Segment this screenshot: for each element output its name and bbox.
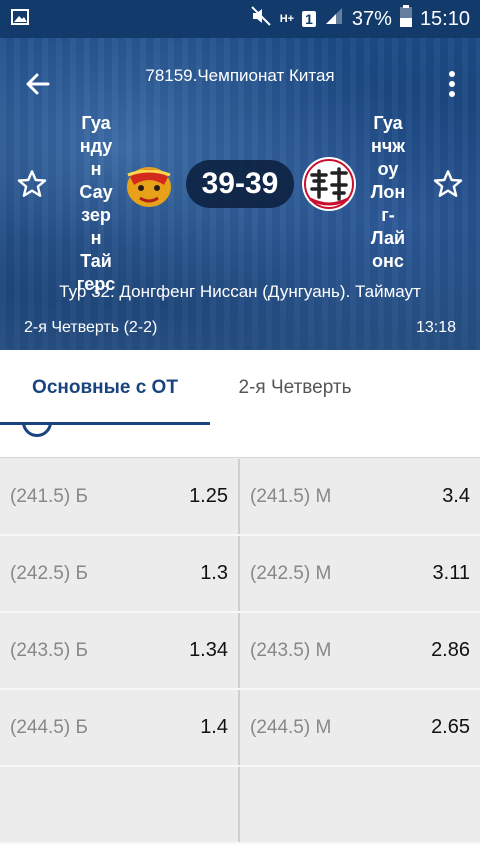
under-odd: 3.11 (432, 562, 470, 584)
market-group-header[interactable] (0, 425, 480, 458)
odds-row: (242.5) Б 1.3 (242.5) М 3.11 (0, 536, 480, 613)
odds-row: (244.5) Б 1.4 (244.5) М 2.65 (0, 690, 480, 767)
over-label: (244.5) Б (10, 716, 88, 738)
match-clock: 13:18 (415, 319, 456, 336)
more-vert-icon (449, 71, 455, 97)
favorite-home-button[interactable] (14, 166, 50, 202)
star-icon (17, 170, 47, 197)
more-menu-button[interactable] (442, 62, 462, 106)
mute-icon (250, 5, 272, 33)
battery-percent: 37% (351, 7, 392, 30)
gallery-notification-icon (10, 7, 30, 32)
over-odd: 1.4 (200, 716, 228, 738)
over-odd-cell[interactable]: (244.5) Б 1.4 (0, 690, 240, 765)
tab-second-quarter[interactable]: 2-я Четверть (210, 350, 380, 425)
under-odd: 2.65 (431, 716, 470, 738)
under-odd: 2.86 (431, 639, 470, 661)
market-tabs: Основные с ОТ 2-я Четверть (0, 350, 480, 425)
home-team-name: Гуа нду н Сау зер н Тай герс (76, 113, 116, 294)
away-team-name: Гуа нчж оу Лон г- Лай онс (370, 113, 406, 271)
signal-icon (324, 6, 344, 32)
odds-row: (241.5) Б 1.25 (241.5) М 3.4 (0, 459, 480, 536)
odds-list: (241.5) Б 1.25 (241.5) М 3.4 (242.5) Б 1… (0, 459, 480, 844)
over-label: (243.5) Б (10, 639, 88, 661)
status-bar: H+ 1 37% 15:10 (0, 0, 480, 38)
over-odd: 1.25 (189, 485, 228, 507)
over-odd-cell[interactable]: (241.5) Б 1.25 (0, 459, 240, 534)
under-label: (242.5) М (250, 562, 332, 584)
sim-indicator: 1 (302, 11, 316, 27)
over-odd: 1.3 (200, 562, 228, 584)
under-odd-cell[interactable] (240, 767, 480, 842)
match-info: Тур 32. Донгфенг Ниссан (Дунгуань). Тайм… (59, 282, 421, 301)
under-odd-cell[interactable]: (244.5) М 2.65 (240, 690, 480, 765)
over-label: (242.5) Б (10, 562, 88, 584)
match-header: 78159.Чемпионат Китая Гуа нду н Сау зер … (0, 38, 480, 350)
odds-row: (243.5) Б 1.34 (243.5) М 2.86 (0, 613, 480, 690)
under-odd: 3.4 (442, 485, 470, 507)
over-odd-cell[interactable]: (242.5) Б 1.3 (0, 536, 240, 611)
battery-icon (399, 5, 412, 33)
over-label: (241.5) Б (10, 485, 88, 507)
over-odd: 1.34 (189, 639, 228, 661)
match-score: 39-39 (186, 160, 294, 208)
network-type: H+ (279, 13, 295, 25)
under-label: (241.5) М (250, 485, 332, 507)
match-period: 2-я Четверть (2-2) (24, 319, 158, 336)
home-team-logo (120, 155, 178, 213)
away-team-logo (300, 155, 358, 213)
under-odd-cell[interactable]: (242.5) М 3.11 (240, 536, 480, 611)
star-icon (433, 170, 463, 197)
over-odd-cell[interactable] (0, 767, 240, 842)
under-odd-cell[interactable]: (243.5) М 2.86 (240, 613, 480, 688)
under-odd-cell[interactable]: (241.5) М 3.4 (240, 459, 480, 534)
basketball-icon (22, 425, 52, 437)
favorite-away-button[interactable] (430, 166, 466, 202)
tab-main-with-ot[interactable]: Основные с ОТ (0, 350, 210, 425)
odds-row-partial (0, 767, 480, 844)
under-label: (244.5) М (250, 716, 332, 738)
league-title: 78159.Чемпионат Китая (145, 66, 335, 85)
under-label: (243.5) М (250, 639, 332, 661)
status-time: 15:10 (419, 7, 470, 30)
over-odd-cell[interactable]: (243.5) Б 1.34 (0, 613, 240, 688)
